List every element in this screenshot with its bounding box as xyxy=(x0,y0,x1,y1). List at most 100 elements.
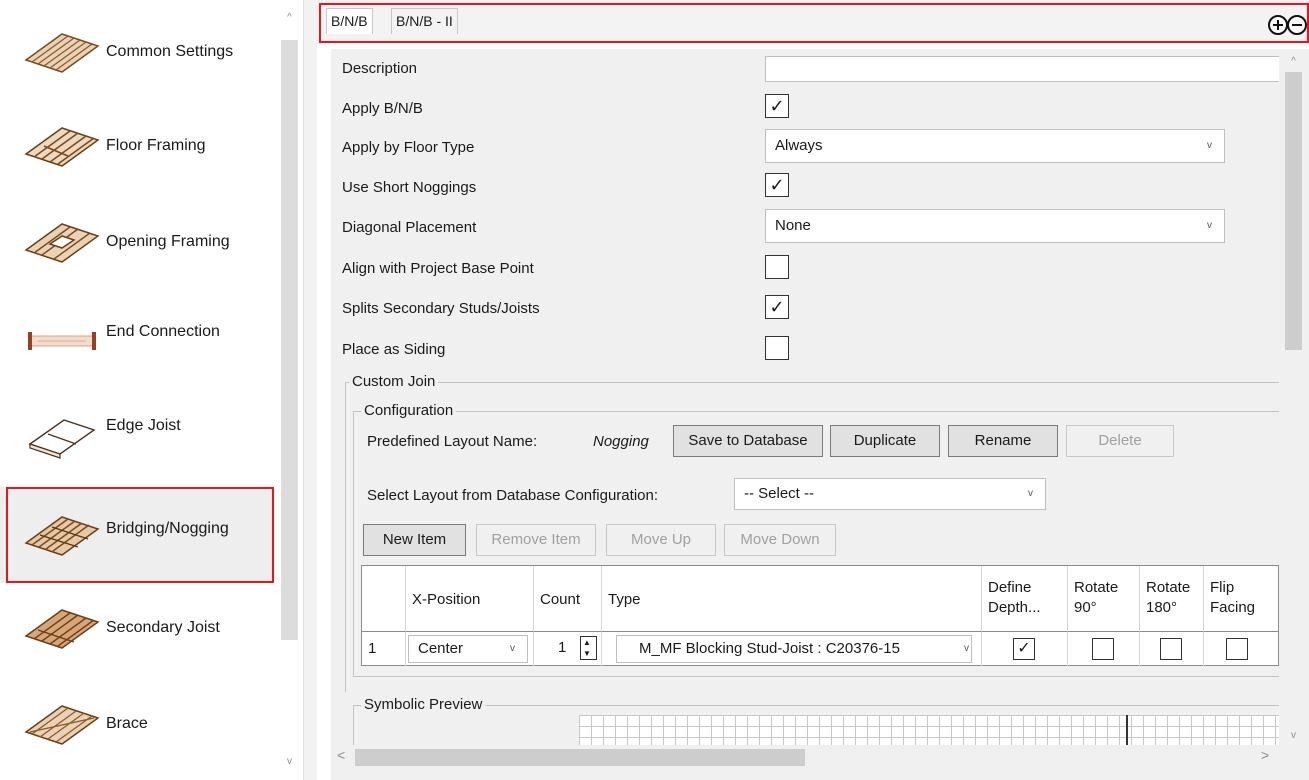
edge-joist-icon xyxy=(28,419,96,459)
select-layout-label: Select Layout from Database Configuratio… xyxy=(367,487,658,504)
column-header-flip-facing[interactable]: Flip Facing xyxy=(1204,566,1278,632)
sidebar-item-label: Floor Framing xyxy=(106,137,206,154)
header-label: Flip Facing xyxy=(1210,579,1256,616)
type-select[interactable]: M_MF Blocking Stud-Joist : C20376-15 v xyxy=(616,635,972,663)
scroll-down-arrow-icon[interactable]: v xyxy=(281,752,298,772)
end-connection-icon xyxy=(28,332,96,350)
header-label: X-Position xyxy=(412,591,481,608)
rotate-90-checkbox[interactable] xyxy=(1092,638,1114,660)
flip-facing-cell xyxy=(1204,632,1278,666)
spin-up-icon[interactable]: ▲ xyxy=(583,637,591,648)
sidebar-item-label: Secondary Joist xyxy=(106,619,220,636)
rotate-180-checkbox[interactable] xyxy=(1160,638,1182,660)
select-layout-dropdown[interactable]: -- Select -- v xyxy=(734,478,1046,510)
layout-items-table: X-Position Count Type Define Depth... Ro… xyxy=(361,565,1279,666)
column-header-type[interactable]: Type xyxy=(602,566,982,632)
x-position-cell: Center v xyxy=(406,632,534,666)
header-label: Rotate 180° xyxy=(1146,579,1191,616)
rename-button[interactable]: Rename xyxy=(948,425,1058,457)
place-as-siding-checkbox[interactable] xyxy=(765,336,789,360)
type-cell: M_MF Blocking Stud-Joist : C20376-15 v xyxy=(602,632,982,666)
scrollbar-thumb[interactable] xyxy=(1285,72,1302,350)
sidebar-scrollbar[interactable]: ^ v xyxy=(276,0,303,780)
description-input[interactable] xyxy=(765,56,1285,82)
apply-bnb-checkbox[interactable]: ✓ xyxy=(765,94,789,118)
align-base-point-checkbox[interactable] xyxy=(765,255,789,279)
duplicate-button[interactable]: Duplicate xyxy=(830,425,940,457)
diagonal-placement-label: Diagonal Placement xyxy=(342,219,477,236)
header-label: Define Depth... xyxy=(988,579,1041,616)
header-label: Type xyxy=(608,591,641,608)
move-down-button[interactable]: Move Down xyxy=(724,524,836,556)
header-label: Rotate 90° xyxy=(1074,579,1119,616)
configuration-title: Configuration xyxy=(361,401,457,421)
sidebar-item-edge-joist[interactable]: Edge Joist xyxy=(0,388,272,484)
apply-by-floor-type-select[interactable]: Always v xyxy=(765,129,1225,163)
custom-join-title: Custom Join xyxy=(349,372,439,392)
define-depth-checkbox[interactable]: ✓ xyxy=(1013,638,1035,660)
scroll-right-arrow-icon[interactable]: > xyxy=(1261,747,1269,763)
count-spinner[interactable]: ▲ ▼ xyxy=(580,636,597,660)
tabs-highlight xyxy=(319,3,1309,43)
rotate-180-cell xyxy=(1140,632,1204,666)
chevron-down-icon: v xyxy=(1207,220,1212,231)
column-header-x-position[interactable]: X-Position xyxy=(406,566,534,632)
use-short-noggings-checkbox[interactable]: ✓ xyxy=(765,173,789,197)
scroll-down-arrow-icon[interactable]: v xyxy=(1285,726,1302,746)
secondary-joist-icon xyxy=(24,609,100,649)
chevron-down-icon: v xyxy=(1028,488,1033,499)
column-header-define-depth[interactable]: Define Depth... xyxy=(982,566,1068,632)
splits-secondary-checkbox[interactable]: ✓ xyxy=(765,295,789,319)
brace-icon xyxy=(24,705,100,745)
column-header-rotate-90[interactable]: Rotate 90° xyxy=(1068,566,1140,632)
delete-button[interactable]: Delete xyxy=(1066,425,1174,457)
diagonal-placement-select[interactable]: None v xyxy=(765,209,1225,243)
sidebar-nav: Common Settings Floor Framing Opening Fr… xyxy=(0,0,303,780)
opening-framing-icon xyxy=(24,223,100,263)
row-header-corner xyxy=(362,566,406,632)
rotate-90-cell xyxy=(1068,632,1140,666)
splitter[interactable] xyxy=(303,0,317,780)
panel-vertical-scrollbar[interactable]: ^ v xyxy=(1279,49,1309,749)
sidebar-item-floor-framing[interactable]: Floor Framing xyxy=(0,98,272,194)
scroll-left-arrow-icon[interactable]: < xyxy=(337,747,345,763)
column-header-rotate-180[interactable]: Rotate 180° xyxy=(1140,566,1204,632)
sidebar-item-opening-framing[interactable]: Opening Framing xyxy=(0,194,272,290)
count-cell: 1 ▲ ▼ xyxy=(534,632,602,666)
floor-deck-icon xyxy=(24,33,100,73)
sidebar-item-label: Brace xyxy=(106,715,148,732)
move-up-button[interactable]: Move Up xyxy=(606,524,716,556)
panel-horizontal-scrollbar[interactable]: < > xyxy=(331,745,1279,770)
apply-by-floor-type-label: Apply by Floor Type xyxy=(342,139,475,156)
spin-down-icon[interactable]: ▼ xyxy=(583,648,591,659)
sidebar-item-common-settings[interactable]: Common Settings xyxy=(0,4,272,100)
sidebar-item-label: End Connection xyxy=(106,323,220,340)
new-item-button[interactable]: New Item xyxy=(363,524,466,556)
x-position-select[interactable]: Center v xyxy=(408,635,528,663)
scroll-up-arrow-icon[interactable]: ^ xyxy=(281,8,298,28)
flip-facing-checkbox[interactable] xyxy=(1226,638,1248,660)
sidebar-item-secondary-joist[interactable]: Secondary Joist xyxy=(0,580,272,676)
select-value: Always xyxy=(775,137,823,154)
remove-item-button[interactable]: Remove Item xyxy=(476,524,596,556)
align-base-point-label: Align with Project Base Point xyxy=(342,260,534,277)
place-as-siding-label: Place as Siding xyxy=(342,341,446,358)
sidebar-item-brace[interactable]: Brace xyxy=(0,676,272,772)
use-short-noggings-label: Use Short Noggings xyxy=(342,179,477,196)
layout-name-label: Predefined Layout Name: xyxy=(367,433,538,450)
symbolic-preview-grid xyxy=(579,715,1279,745)
count-value: 1 xyxy=(558,639,567,656)
header-label: Count xyxy=(540,591,581,608)
scrollbar-thumb[interactable] xyxy=(355,749,805,766)
column-header-count[interactable]: Count xyxy=(534,566,602,632)
chevron-down-icon: v xyxy=(964,636,969,662)
sidebar-item-label: Common Settings xyxy=(106,43,234,60)
selection-highlight xyxy=(6,487,274,583)
scrollbar-thumb[interactable] xyxy=(281,40,298,640)
symbolic-preview-title: Symbolic Preview xyxy=(361,695,486,715)
save-to-database-button[interactable]: Save to Database xyxy=(673,425,823,457)
chevron-down-icon: v xyxy=(1207,140,1212,151)
sidebar-item-end-connection[interactable]: End Connection xyxy=(0,290,272,386)
layout-name-value: Nogging xyxy=(593,433,649,450)
scroll-up-arrow-icon[interactable]: ^ xyxy=(1285,52,1302,72)
